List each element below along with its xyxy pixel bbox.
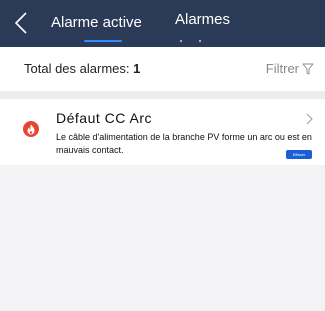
clear-alarm-button[interactable]: Effacer <box>286 150 312 159</box>
tab-page-dots <box>180 40 201 42</box>
app-header: Alarme active Alarmes <box>0 0 325 47</box>
filter-button[interactable]: Filtrer <box>266 61 314 76</box>
alarm-description: Le câble d'alimentation de la branche PV… <box>56 132 312 155</box>
alarm-list-item[interactable]: Défaut CC Arc Le câble d'alimentation de… <box>0 99 325 165</box>
flame-icon <box>23 121 39 137</box>
funnel-icon <box>302 63 314 74</box>
filter-label: Filtrer <box>265 61 299 76</box>
active-tab-indicator <box>84 40 122 42</box>
tab-alarm-history[interactable]: Alarmes <box>175 11 230 28</box>
total-alarms-label: Total des alarmes: <box>24 61 130 76</box>
total-alarms-count: 1 <box>133 61 141 76</box>
alarm-title: Défaut CC Arc <box>56 110 152 126</box>
chevron-left-icon <box>15 12 27 34</box>
back-button[interactable] <box>10 8 32 38</box>
section-divider <box>0 91 325 99</box>
total-alarms-text: Total des alarmes: 1 <box>24 61 140 76</box>
chevron-right-icon <box>306 113 313 125</box>
alarm-summary-bar: Total des alarmes: 1 Filtrer <box>0 47 325 91</box>
tab-active-alarms[interactable]: Alarme active <box>51 14 142 31</box>
